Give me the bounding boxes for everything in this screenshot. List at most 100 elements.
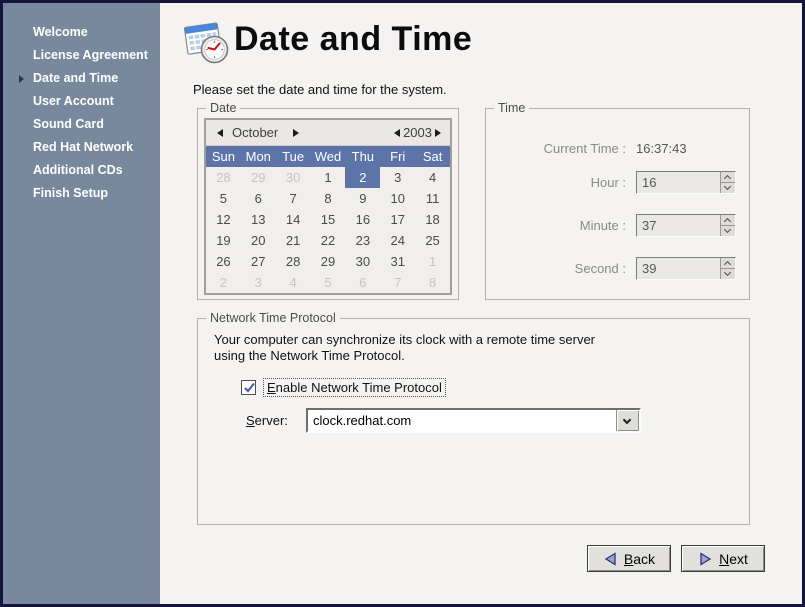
calendar-month: October: [232, 125, 290, 140]
calendar-day-cell[interactable]: 21: [276, 230, 311, 251]
hour-value[interactable]: 16: [637, 172, 720, 193]
calendar-day-cell[interactable]: 28: [276, 251, 311, 272]
calendar-day-cell[interactable]: 15: [311, 209, 346, 230]
page-subtitle: Please set the date and time for the sys…: [193, 82, 447, 97]
calendar-day-cell[interactable]: 28: [206, 167, 241, 188]
calendar-day-header: Wed: [311, 149, 346, 164]
next-button[interactable]: Next: [681, 545, 765, 572]
calendar-day-cell[interactable]: 10: [380, 188, 415, 209]
calendar-day-cell[interactable]: 29: [311, 251, 346, 272]
calendar-day-cell[interactable]: 26: [206, 251, 241, 272]
back-button-label: Back: [624, 551, 655, 567]
calendar-day-cell[interactable]: 4: [276, 272, 311, 293]
calendar-day-cell[interactable]: 6: [345, 272, 380, 293]
minute-spin-buttons: [720, 215, 735, 236]
next-year-icon[interactable]: [432, 127, 444, 139]
calendar-day-cell[interactable]: 7: [276, 188, 311, 209]
second-spin-buttons: [720, 258, 735, 279]
calendar-day-cell[interactable]: 1: [311, 167, 346, 188]
calendar-day-cell[interactable]: 1: [415, 251, 450, 272]
ntp-checkbox[interactable]: [241, 380, 256, 395]
calendar-header: October 2003: [206, 120, 450, 146]
calendar-day-cell[interactable]: 30: [276, 167, 311, 188]
sidebar-item-sound-card: Sound Card: [3, 113, 160, 136]
page-title: Date and Time: [234, 20, 472, 59]
calendar-year: 2003: [403, 125, 432, 140]
hour-spin-buttons: [720, 172, 735, 193]
minute-spin-down-button[interactable]: [721, 226, 735, 236]
calendar-day-cell[interactable]: 31: [380, 251, 415, 272]
calendar-day-cell[interactable]: 9: [345, 188, 380, 209]
current-time-value: 16:37:43: [636, 141, 687, 156]
spin-up-icon: [724, 218, 731, 225]
hour-spinbox[interactable]: 16: [636, 171, 736, 194]
calendar-day-cell[interactable]: 5: [206, 188, 241, 209]
calendar-day-cell[interactable]: 4: [415, 167, 450, 188]
second-spin-up-button[interactable]: [721, 258, 735, 269]
spin-down-icon: [724, 183, 731, 190]
calendar-day-cell[interactable]: 16: [345, 209, 380, 230]
current-time-label: Current Time :: [486, 141, 626, 156]
setup-wizard-window: WelcomeLicense AgreementDate and TimeUse…: [0, 0, 805, 607]
hour-spin-up-button[interactable]: [721, 172, 735, 183]
minute-spinbox[interactable]: 37: [636, 214, 736, 237]
calendar-clock-icon: [181, 16, 233, 68]
calendar-day-cell[interactable]: 18: [415, 209, 450, 230]
hour-spin-down-button[interactable]: [721, 183, 735, 193]
prev-month-icon[interactable]: [214, 127, 226, 139]
calendar-day-cell[interactable]: 27: [241, 251, 276, 272]
ntp-group-label: Network Time Protocol: [206, 311, 340, 325]
calendar-day-cell[interactable]: 11: [415, 188, 450, 209]
calendar-day-cell[interactable]: 14: [276, 209, 311, 230]
calendar-day-cell[interactable]: 3: [241, 272, 276, 293]
second-row: Second : 39: [486, 257, 736, 280]
calendar-day-cell[interactable]: 6: [241, 188, 276, 209]
second-value[interactable]: 39: [637, 258, 720, 279]
server-combobox-value[interactable]: clock.redhat.com: [308, 410, 616, 431]
calendar-day-cell[interactable]: 5: [311, 272, 346, 293]
check-icon: [243, 381, 256, 394]
calendar-widget: October 2003 SunMonTueWedThuFriSat 28293…: [204, 118, 452, 295]
sidebar-item-user-account: User Account: [3, 90, 160, 113]
sidebar-nav: WelcomeLicense AgreementDate and TimeUse…: [3, 3, 160, 604]
calendar-day-cell[interactable]: 24: [380, 230, 415, 251]
server-dropdown-button[interactable]: [616, 410, 639, 431]
server-combobox[interactable]: clock.redhat.com: [306, 408, 641, 433]
calendar-day-cell[interactable]: 12: [206, 209, 241, 230]
calendar-day-cell[interactable]: 19: [206, 230, 241, 251]
hour-label: Hour :: [486, 175, 626, 190]
calendar-day-cell[interactable]: 8: [415, 272, 450, 293]
calendar-day-cell[interactable]: 2: [206, 272, 241, 293]
date-group-label: Date: [206, 101, 240, 115]
ntp-group: Network Time Protocol Your computer can …: [197, 318, 750, 525]
second-spin-down-button[interactable]: [721, 269, 735, 279]
calendar-day-cell[interactable]: 13: [241, 209, 276, 230]
back-arrow-icon: [603, 551, 618, 567]
spin-down-icon: [724, 226, 731, 233]
calendar-day-cell[interactable]: 8: [311, 188, 346, 209]
chevron-down-icon: [623, 416, 631, 424]
calendar-day-cell[interactable]: 7: [380, 272, 415, 293]
minute-value[interactable]: 37: [637, 215, 720, 236]
prev-year-icon[interactable]: [391, 127, 403, 139]
next-month-icon[interactable]: [290, 127, 302, 139]
second-spinbox[interactable]: 39: [636, 257, 736, 280]
server-label: Server:: [246, 413, 302, 428]
current-time-row: Current Time : 16:37:43: [486, 137, 687, 160]
calendar-day-cell[interactable]: 3: [380, 167, 415, 188]
calendar-day-cell[interactable]: 25: [415, 230, 450, 251]
back-button[interactable]: Back: [587, 545, 671, 572]
second-label: Second :: [486, 261, 626, 276]
calendar-day-cell[interactable]: 23: [345, 230, 380, 251]
ntp-checkbox-label[interactable]: Enable Network Time Protocol: [263, 378, 446, 397]
calendar-day-cell[interactable]: 20: [241, 230, 276, 251]
calendar-day-cell[interactable]: 29: [241, 167, 276, 188]
calendar-day-cell[interactable]: 2: [345, 167, 380, 188]
calendar-day-cell[interactable]: 22: [311, 230, 346, 251]
sidebar-item-date-and-time: Date and Time: [3, 67, 160, 90]
minute-spin-up-button[interactable]: [721, 215, 735, 226]
calendar-day-cell[interactable]: 17: [380, 209, 415, 230]
sidebar-item-red-hat-network: Red Hat Network: [3, 136, 160, 159]
calendar-day-cell[interactable]: 30: [345, 251, 380, 272]
next-arrow-icon: [698, 551, 713, 567]
